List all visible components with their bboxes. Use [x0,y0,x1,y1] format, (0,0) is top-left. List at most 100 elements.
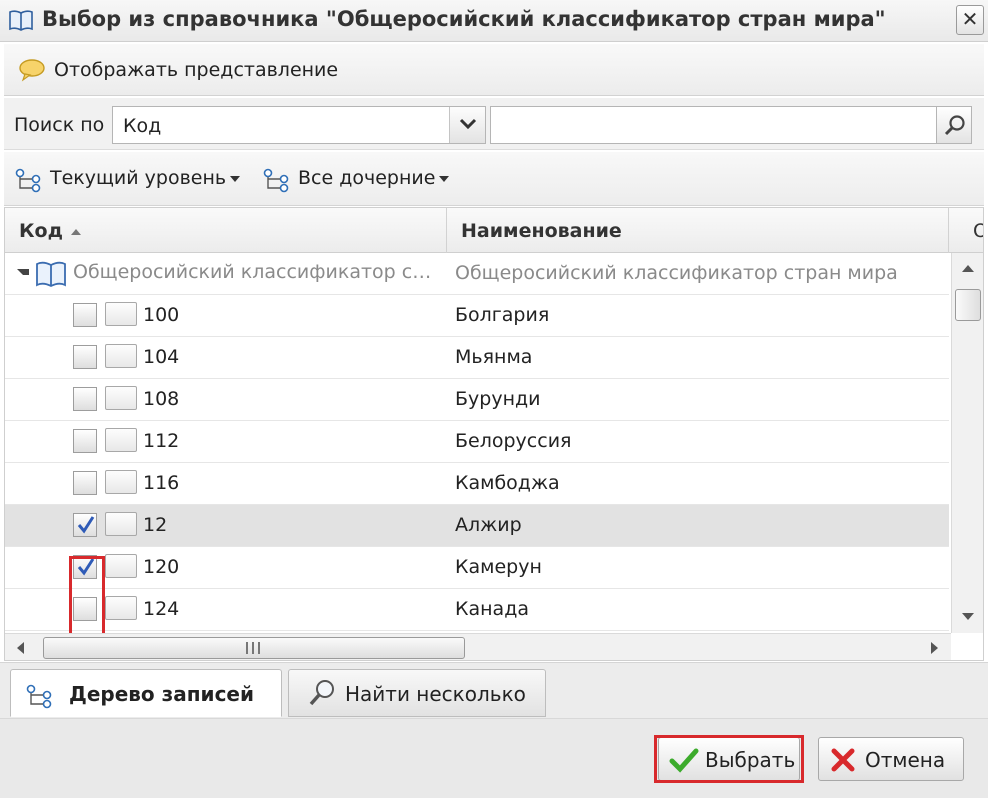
row-checkbox[interactable] [73,387,97,411]
tab-find-several-label: Найти несколько [345,682,526,706]
window-titlebar: Выбор из справочника "Общеросийский клас… [0,0,988,42]
folder-icon [105,428,137,452]
grid-rows: Общеросийский классификатор стран мира О… [5,253,949,633]
table-row[interactable]: 104 Мьянма [5,337,949,379]
dialog-footer: Выбрать Отмена [0,718,988,798]
row-code: 112 [143,430,180,452]
search-button[interactable] [936,106,972,144]
show-view-button[interactable]: Отображать представление [54,59,338,81]
row-name: Белоруссия [455,430,572,452]
column-header-name-label: Наименование [461,220,622,242]
search-bar: Поиск по Код [4,98,984,150]
tree-icon [26,684,52,709]
code-cell: 100 [5,295,447,337]
code-cell: 116 [5,463,447,505]
code-cell: 12 [5,505,447,547]
vertical-scroll-thumb[interactable] [955,289,981,321]
row-checkbox-checked[interactable] [73,513,97,537]
magnifier-icon [309,680,334,706]
scroll-up-arrow-icon[interactable] [962,265,974,272]
row-name: Мьянма [455,346,533,368]
folder-icon [105,386,137,410]
row-checkbox[interactable] [73,303,97,327]
row-checkbox[interactable] [73,429,97,453]
search-icon [944,115,965,136]
row-code: 12 [143,514,168,536]
folder-icon [105,554,137,578]
column-header-code[interactable]: Код [5,208,447,253]
table-row[interactable]: 108 Бурунди [5,379,949,421]
all-children-button[interactable]: Все дочерние [262,166,468,194]
tab-record-tree-label: Дерево записей [69,682,254,706]
row-name: Болгария [455,304,550,326]
close-icon: ✕ [961,7,979,31]
tree-toolbar: Текущий уровень Все дочерние [4,152,984,206]
book-icon [9,10,33,31]
scroll-left-arrow-icon[interactable] [17,642,24,654]
table-row-selected[interactable]: 12 Алжир [5,505,949,547]
window-title: Выбор из справочника "Общеросийский клас… [42,7,886,31]
chevron-down-icon [459,118,477,130]
name-cell: Мьянма [447,337,947,379]
search-field-value: Код [123,115,162,137]
row-name: Камбоджа [455,472,560,494]
checkmark-icon [77,516,95,534]
folder-icon [105,344,137,368]
folder-icon [105,596,137,620]
caret-down-icon [230,175,241,182]
row-name: Канада [455,598,529,620]
code-cell: 108 [5,379,447,421]
row-checkbox[interactable] [73,471,97,495]
table-row[interactable]: 116 Камбоджа [5,463,949,505]
book-icon [36,261,66,288]
table-row-root[interactable]: Общеросийский классификатор стран мира О… [5,253,949,295]
horizontal-scrollbar[interactable] [5,633,951,660]
column-header-extra[interactable]: О [949,208,983,253]
tree-icon [263,168,289,193]
tree-icon [15,168,41,193]
caret-down-icon [439,175,450,182]
row-name: Камерун [455,556,542,578]
cancel-button[interactable]: Отмена [818,737,964,781]
current-level-button[interactable]: Текущий уровень [14,166,250,194]
root-name-label: Общеросийский классификатор стран мира [455,262,898,284]
tab-record-tree[interactable]: Дерево записей [10,669,282,717]
row-checkbox[interactable] [73,345,97,369]
close-button[interactable]: ✕ [956,5,984,35]
table-row[interactable]: 112 Белоруссия [5,421,949,463]
folder-icon [105,302,137,326]
cancel-button-label: Отмена [865,748,946,772]
name-cell: Бурунди [447,379,947,421]
column-header-name[interactable]: Наименование [447,208,949,253]
table-row[interactable]: 124 Канада [5,589,949,631]
horizontal-scroll-thumb[interactable] [43,637,465,659]
folder-icon [105,512,137,536]
grid-header: Код Наименование О [5,208,983,253]
row-code: 104 [143,346,180,368]
scroll-right-arrow-icon[interactable] [931,642,938,654]
scroll-grip-icon [246,642,260,654]
root-code-label: Общеросийский классификатор стран мира [73,261,439,283]
search-input[interactable] [490,106,938,144]
name-cell: Болгария [447,295,947,337]
collapse-triangle-icon[interactable] [17,269,29,275]
row-code: 100 [143,304,180,326]
row-code: 116 [143,472,180,494]
table-row[interactable]: 100 Болгария [5,295,949,337]
speech-bubble-icon [19,59,45,82]
search-field-select[interactable]: Код [112,106,486,144]
row-name: Бурунди [455,388,541,410]
row-code: 108 [143,388,180,410]
row-code: 120 [143,556,180,578]
tab-find-several[interactable]: Найти несколько [288,669,546,717]
code-cell: 112 [5,421,447,463]
name-cell: Алжир [447,505,947,547]
table-row[interactable]: 120 Камерун [5,547,949,589]
scroll-down-arrow-icon[interactable] [962,613,974,620]
search-by-label: Поиск по [14,114,105,136]
close-icon [831,748,855,772]
name-cell: Общеросийский классификатор стран мира [447,253,947,295]
vertical-scrollbar[interactable] [951,253,983,633]
code-cell: 104 [5,337,447,379]
dropdown-arrow-button[interactable] [449,107,485,143]
